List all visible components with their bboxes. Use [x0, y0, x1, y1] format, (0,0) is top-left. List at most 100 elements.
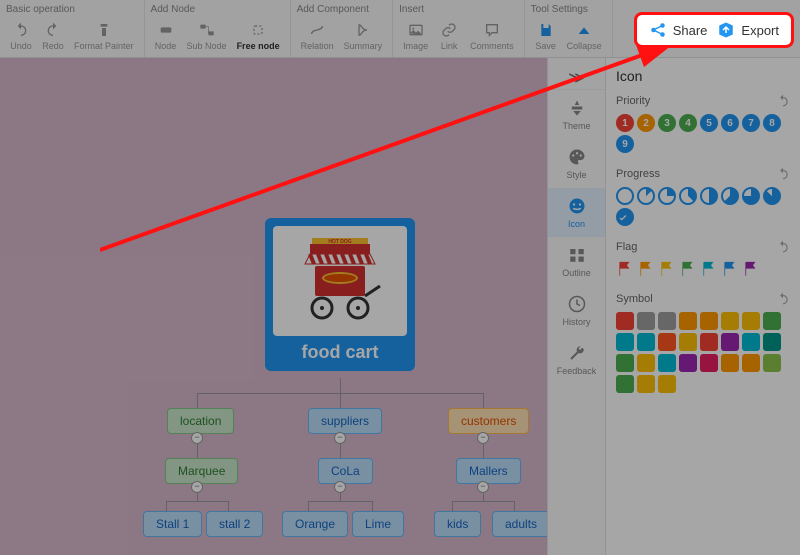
symbol-20[interactable]: [700, 354, 718, 372]
panel-collapse-button[interactable]: ≫: [548, 66, 605, 90]
comment-icon: [483, 21, 501, 39]
undo-icon[interactable]: [776, 167, 790, 181]
progress-8[interactable]: [616, 208, 634, 226]
tab-history[interactable]: History: [548, 286, 605, 335]
symbol-7[interactable]: [763, 312, 781, 330]
flag-0[interactable]: [616, 260, 634, 278]
collapse-toggle[interactable]: −: [477, 481, 489, 493]
node-cola[interactable]: CoLa: [318, 458, 373, 484]
mindmap-canvas[interactable]: HOT DOG food cart location su: [0, 58, 547, 555]
symbol-14[interactable]: [742, 333, 760, 351]
undo-icon[interactable]: [776, 292, 790, 306]
node-kids[interactable]: kids: [434, 511, 481, 537]
progress-0[interactable]: [616, 187, 634, 205]
freenode-button[interactable]: Free node: [233, 19, 284, 53]
tab-feedback[interactable]: Feedback: [548, 335, 605, 384]
undo-icon[interactable]: [776, 94, 790, 108]
undo-icon[interactable]: [776, 240, 790, 254]
tab-style[interactable]: Style: [548, 139, 605, 188]
link-button[interactable]: Link: [434, 19, 464, 53]
redo-button[interactable]: Redo: [38, 19, 68, 53]
root-node[interactable]: HOT DOG food cart: [265, 218, 415, 371]
progress-6[interactable]: [742, 187, 760, 205]
symbol-12[interactable]: [700, 333, 718, 351]
node-stall2[interactable]: stall 2: [206, 511, 263, 537]
flag-5[interactable]: [721, 260, 739, 278]
progress-1[interactable]: [637, 187, 655, 205]
priority-4[interactable]: 4: [679, 114, 697, 132]
symbol-26[interactable]: [658, 375, 676, 393]
priority-5[interactable]: 5: [700, 114, 718, 132]
collapse-toggle[interactable]: −: [191, 481, 203, 493]
symbol-21[interactable]: [721, 354, 739, 372]
priority-2[interactable]: 2: [637, 114, 655, 132]
undo-button[interactable]: Undo: [6, 19, 36, 53]
toolbar-group-component: Add Component Relation Summary: [291, 0, 394, 57]
symbol-8[interactable]: [616, 333, 634, 351]
symbol-4[interactable]: [700, 312, 718, 330]
symbol-11[interactable]: [679, 333, 697, 351]
collapse-toggle[interactable]: −: [334, 432, 346, 444]
node-mallers[interactable]: Mallers: [456, 458, 521, 484]
collapse-toggle[interactable]: −: [191, 432, 203, 444]
symbol-2[interactable]: [658, 312, 676, 330]
collapse-toggle[interactable]: −: [334, 481, 346, 493]
symbol-19[interactable]: [679, 354, 697, 372]
node-button[interactable]: Node: [151, 19, 181, 53]
priority-3[interactable]: 3: [658, 114, 676, 132]
symbol-16[interactable]: [616, 354, 634, 372]
image-button[interactable]: Image: [399, 19, 432, 53]
progress-4[interactable]: [700, 187, 718, 205]
priority-7[interactable]: 7: [742, 114, 760, 132]
priority-1[interactable]: 1: [616, 114, 634, 132]
node-stall1[interactable]: Stall 1: [143, 511, 202, 537]
node-orange[interactable]: Orange: [282, 511, 348, 537]
relation-button[interactable]: Relation: [297, 19, 338, 53]
symbol-3[interactable]: [679, 312, 697, 330]
comments-button[interactable]: Comments: [466, 19, 518, 53]
symbol-1[interactable]: [637, 312, 655, 330]
symbol-10[interactable]: [658, 333, 676, 351]
priority-9[interactable]: 9: [616, 135, 634, 153]
save-button[interactable]: Save: [531, 19, 561, 53]
symbol-5[interactable]: [721, 312, 739, 330]
collapse-button[interactable]: Collapse: [563, 19, 606, 53]
export-button[interactable]: Export: [717, 21, 779, 39]
flag-3[interactable]: [679, 260, 697, 278]
progress-3[interactable]: [679, 187, 697, 205]
symbol-17[interactable]: [637, 354, 655, 372]
symbol-15[interactable]: [763, 333, 781, 351]
priority-8[interactable]: 8: [763, 114, 781, 132]
progress-7[interactable]: [763, 187, 781, 205]
summary-button[interactable]: Summary: [340, 19, 387, 53]
flag-6[interactable]: [742, 260, 760, 278]
node-suppliers[interactable]: suppliers: [308, 408, 382, 434]
symbol-13[interactable]: [721, 333, 739, 351]
node-marquee[interactable]: Marquee: [165, 458, 238, 484]
subnode-button[interactable]: Sub Node: [183, 19, 231, 53]
node-adults[interactable]: adults: [492, 511, 547, 537]
symbol-18[interactable]: [658, 354, 676, 372]
symbol-24[interactable]: [616, 375, 634, 393]
flag-2[interactable]: [658, 260, 676, 278]
priority-6[interactable]: 6: [721, 114, 739, 132]
symbol-23[interactable]: [763, 354, 781, 372]
share-button[interactable]: Share: [649, 21, 708, 39]
format-painter-button[interactable]: Format Painter: [70, 19, 138, 53]
symbol-25[interactable]: [637, 375, 655, 393]
node-customers[interactable]: customers: [448, 408, 529, 434]
progress-5[interactable]: [721, 187, 739, 205]
node-location[interactable]: location: [167, 408, 234, 434]
symbol-6[interactable]: [742, 312, 760, 330]
flag-4[interactable]: [700, 260, 718, 278]
collapse-toggle[interactable]: −: [477, 432, 489, 444]
symbol-9[interactable]: [637, 333, 655, 351]
flag-1[interactable]: [637, 260, 655, 278]
progress-2[interactable]: [658, 187, 676, 205]
tab-outline[interactable]: Outline: [548, 237, 605, 286]
tab-icon[interactable]: Icon: [548, 188, 605, 237]
node-lime[interactable]: Lime: [352, 511, 404, 537]
symbol-22[interactable]: [742, 354, 760, 372]
tab-theme[interactable]: Theme: [548, 90, 605, 139]
symbol-0[interactable]: [616, 312, 634, 330]
